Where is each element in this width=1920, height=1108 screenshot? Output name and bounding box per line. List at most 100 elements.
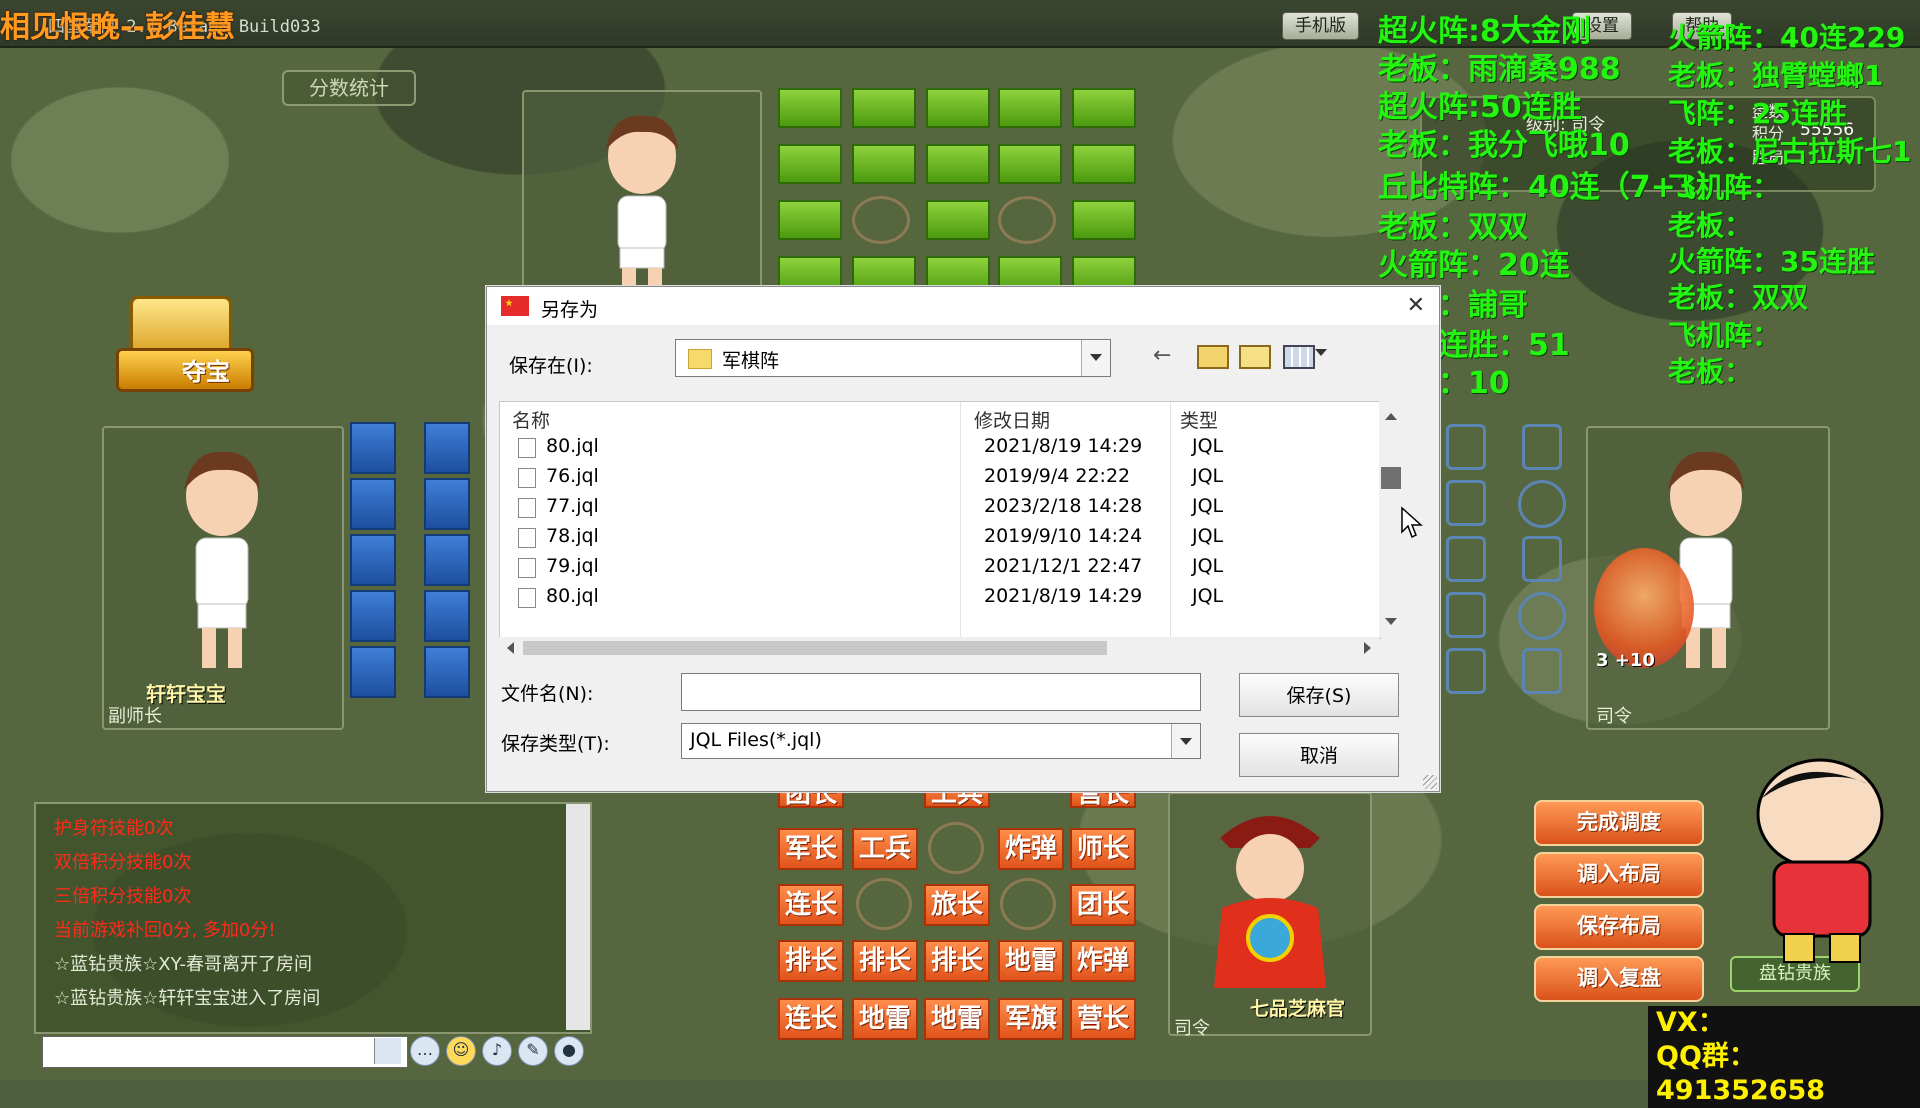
horizontal-scrollbar[interactable] xyxy=(499,637,1379,659)
camp-circle[interactable] xyxy=(928,822,984,874)
board-cell[interactable] xyxy=(1072,144,1136,184)
camp-circle[interactable] xyxy=(1518,592,1566,640)
board-cell[interactable] xyxy=(424,590,470,642)
board-cell[interactable] xyxy=(350,646,396,698)
load-replay-button[interactable]: 调入复盘 xyxy=(1534,956,1704,1002)
piece[interactable]: 炸弹 xyxy=(1070,940,1136,982)
piece[interactable]: 团长 xyxy=(1070,884,1136,926)
piece[interactable]: 连长 xyxy=(778,884,844,926)
file-row[interactable]: 76.jql 2019/9/4 22:22 JQL xyxy=(500,462,1380,492)
board-cell[interactable] xyxy=(424,478,470,530)
board-cell[interactable] xyxy=(926,144,990,184)
piece[interactable]: 排长 xyxy=(852,940,918,982)
board-cell[interactable] xyxy=(1522,648,1562,694)
camp-circle[interactable] xyxy=(1000,878,1056,930)
camp-circle[interactable] xyxy=(852,196,910,244)
file-row[interactable]: 78.jql 2019/9/10 14:24 JQL xyxy=(500,522,1380,552)
mobile-version-button[interactable]: 手机版 xyxy=(1282,12,1359,40)
treasure-icon[interactable]: 夺宝 xyxy=(116,296,254,392)
column-header-type[interactable]: 类型 xyxy=(1180,406,1218,433)
file-row[interactable]: 80.jql 2021/8/19 14:29 JQL xyxy=(500,582,1380,612)
board-cell[interactable] xyxy=(424,534,470,586)
piece[interactable]: 军旗 xyxy=(998,998,1064,1040)
piece[interactable]: 连长 xyxy=(778,998,844,1040)
board-cell[interactable] xyxy=(998,144,1062,184)
scroll-thumb[interactable] xyxy=(1381,467,1401,489)
chat-input[interactable] xyxy=(42,1036,408,1068)
filetype-select[interactable]: JQL Files(*.jql) xyxy=(681,723,1201,759)
board-cell[interactable] xyxy=(424,646,470,698)
chevron-down-icon[interactable] xyxy=(1171,724,1200,758)
board-cell[interactable] xyxy=(852,88,916,128)
back-arrow-icon[interactable]: ← xyxy=(1153,343,1171,368)
piece[interactable]: 军长 xyxy=(778,828,844,870)
board-cell[interactable] xyxy=(1522,424,1562,470)
save-in-select[interactable]: 军棋阵 xyxy=(675,339,1111,377)
piece[interactable]: 排长 xyxy=(924,940,990,982)
camp-circle[interactable] xyxy=(998,196,1056,244)
piece[interactable]: 营长 xyxy=(1070,998,1136,1040)
speech-bubble-icon[interactable]: … xyxy=(410,1036,440,1066)
board-cell[interactable] xyxy=(1446,480,1486,526)
board-cell[interactable] xyxy=(1072,88,1136,128)
finish-arrange-button[interactable]: 完成调度 xyxy=(1534,800,1704,846)
piece[interactable]: 地雷 xyxy=(924,998,990,1040)
board-cell[interactable] xyxy=(852,144,916,184)
board-cell[interactable] xyxy=(350,534,396,586)
board-cell[interactable] xyxy=(1446,424,1486,470)
wrench-icon[interactable]: ✎ xyxy=(518,1036,548,1066)
camp-circle[interactable] xyxy=(1518,480,1566,528)
load-layout-button[interactable]: 调入布局 xyxy=(1534,852,1704,898)
view-menu-icon[interactable] xyxy=(1283,345,1315,369)
view-menu-chevron-icon[interactable] xyxy=(1315,349,1327,362)
board-cell[interactable] xyxy=(778,88,842,128)
board-cell[interactable] xyxy=(424,422,470,474)
file-row[interactable]: 79.jql 2021/12/1 22:47 JQL xyxy=(500,552,1380,582)
column-header-date[interactable]: 修改日期 xyxy=(974,406,1050,433)
up-folder-icon[interactable] xyxy=(1197,345,1229,369)
save-layout-button[interactable]: 保存布局 xyxy=(1534,904,1704,950)
save-button[interactable]: 保存(S) xyxy=(1239,673,1399,717)
board-cell[interactable] xyxy=(350,422,396,474)
file-row[interactable]: 77.jql 2023/2/18 14:28 JQL xyxy=(500,492,1380,522)
scroll-down-icon[interactable] xyxy=(1385,618,1397,631)
chat-dropdown-icon[interactable] xyxy=(374,1038,401,1064)
cancel-button[interactable]: 取消 xyxy=(1239,733,1399,777)
new-folder-icon[interactable] xyxy=(1239,345,1271,369)
chat-scrollbar[interactable] xyxy=(566,804,590,1030)
filename-input[interactable] xyxy=(681,673,1201,711)
piece[interactable]: 师长 xyxy=(1070,828,1136,870)
piece[interactable]: 排长 xyxy=(778,940,844,982)
board-cell[interactable] xyxy=(1522,536,1562,582)
board-cell[interactable] xyxy=(778,144,842,184)
scroll-up-icon[interactable] xyxy=(1385,407,1397,420)
close-icon[interactable]: ✕ xyxy=(1407,293,1425,318)
piece[interactable]: 地雷 xyxy=(998,940,1064,982)
board-cell[interactable] xyxy=(1446,536,1486,582)
board-cell[interactable] xyxy=(350,478,396,530)
scroll-left-icon[interactable] xyxy=(501,642,514,654)
scroll-right-icon[interactable] xyxy=(1364,642,1377,654)
resize-grip-icon[interactable] xyxy=(1423,775,1437,789)
board-cell[interactable] xyxy=(350,590,396,642)
file-list[interactable]: 名称 修改日期 类型 80.jql 2021/8/19 14:29 JQL 76… xyxy=(499,401,1381,639)
board-cell[interactable] xyxy=(778,200,842,240)
column-header-name[interactable]: 名称 xyxy=(512,406,550,433)
globe-icon[interactable]: ● xyxy=(554,1036,584,1066)
board-cell[interactable] xyxy=(998,88,1062,128)
speaker-icon[interactable]: ♪ xyxy=(482,1036,512,1066)
piece[interactable]: 地雷 xyxy=(852,998,918,1040)
score-stats-button[interactable]: 分数统计 xyxy=(282,70,416,106)
file-row[interactable]: 80.jql 2021/8/19 14:29 JQL xyxy=(500,432,1380,462)
emoji-icon[interactable]: ☺ xyxy=(446,1036,476,1066)
piece[interactable]: 工兵 xyxy=(852,828,918,870)
scroll-thumb[interactable] xyxy=(523,641,1107,655)
board-cell[interactable] xyxy=(1446,592,1486,638)
piece[interactable]: 旅长 xyxy=(924,884,990,926)
piece[interactable]: 炸弹 xyxy=(998,828,1064,870)
board-cell[interactable] xyxy=(1072,200,1136,240)
camp-circle[interactable] xyxy=(856,878,912,930)
chevron-down-icon[interactable] xyxy=(1081,340,1110,376)
board-cell[interactable] xyxy=(1446,648,1486,694)
board-cell[interactable] xyxy=(926,88,990,128)
